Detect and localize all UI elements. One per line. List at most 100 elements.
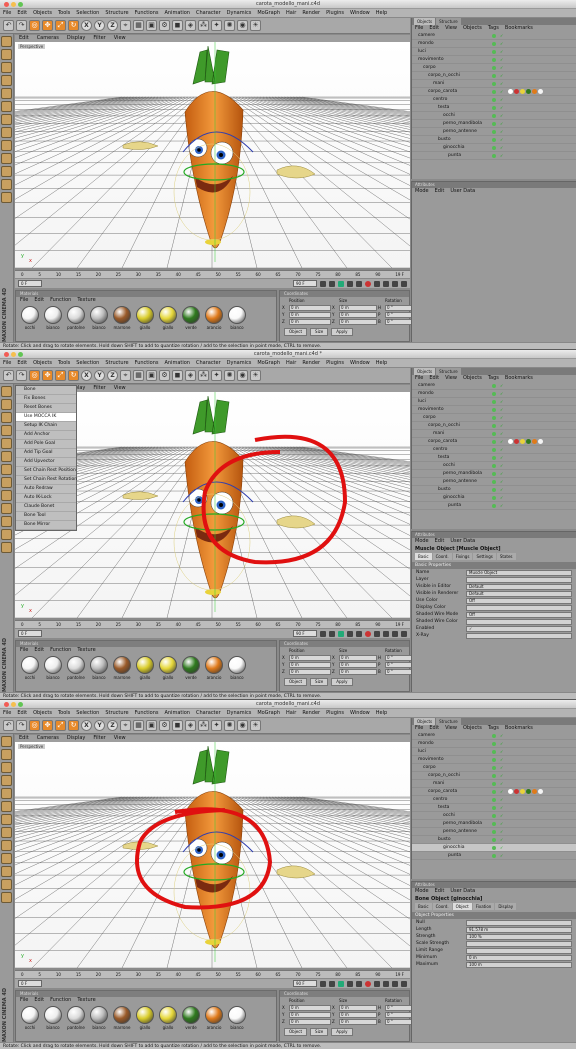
material-ball[interactable] xyxy=(228,656,246,674)
material-tag-icon[interactable] xyxy=(532,439,537,444)
enabled-check-icon[interactable]: ✓ xyxy=(500,798,503,802)
go-end-icon[interactable] xyxy=(356,630,362,637)
visibility-dot-icon[interactable] xyxy=(492,472,496,476)
enabled-check-icon[interactable]: ✓ xyxy=(500,504,503,508)
tool-icon[interactable] xyxy=(1,762,12,773)
material-ball[interactable] xyxy=(159,1006,177,1024)
material-swatch[interactable]: verde xyxy=(181,656,201,680)
material-tag-icon[interactable] xyxy=(532,789,537,794)
tool-icon[interactable] xyxy=(1,775,12,786)
menu-item[interactable]: Tools xyxy=(55,9,73,17)
attributes-tab[interactable]: States xyxy=(496,553,516,560)
visibility-dot-icon[interactable] xyxy=(492,766,496,770)
visibility-dot-icon[interactable] xyxy=(492,488,496,492)
material-swatch[interactable]: giallo xyxy=(135,306,155,330)
menu-item[interactable]: Dynamics xyxy=(224,9,255,17)
object-row[interactable]: testa ✓ xyxy=(412,454,576,462)
object-row[interactable]: mani ✓ xyxy=(412,780,576,788)
object-row[interactable]: occhi ✓ xyxy=(412,462,576,470)
enabled-check-icon[interactable]: ✓ xyxy=(500,82,503,86)
undo-icon[interactable]: ↶ xyxy=(3,720,14,731)
material-swatch[interactable]: occhi xyxy=(20,656,40,680)
objects-menu-item[interactable]: Objects xyxy=(463,25,482,31)
z-axis-icon[interactable]: Z xyxy=(107,370,118,381)
coord-position-field[interactable]: 0 m xyxy=(289,1019,331,1025)
object-row[interactable]: mani ✓ xyxy=(412,430,576,438)
menu-item[interactable]: File xyxy=(0,709,14,717)
character-menu-item[interactable]: Bone xyxy=(16,386,76,395)
material-ball[interactable] xyxy=(44,1006,62,1024)
autokey-icon[interactable] xyxy=(383,630,389,637)
objects-menu-item[interactable]: View xyxy=(445,725,457,731)
tool-icon[interactable] xyxy=(1,425,12,436)
move-key-icon[interactable] xyxy=(392,280,398,287)
object-row[interactable]: mani ✓ xyxy=(412,80,576,88)
material-ball[interactable] xyxy=(113,656,131,674)
y-axis-icon[interactable]: Y xyxy=(94,720,105,731)
visibility-dot-icon[interactable] xyxy=(492,782,496,786)
autokey-icon[interactable] xyxy=(383,980,389,987)
character-menu-item[interactable]: Set Chain Rest Rotation xyxy=(16,476,77,485)
character-menu-item[interactable]: Setup IK Chain xyxy=(16,422,76,431)
material-tag-icon[interactable] xyxy=(520,439,525,444)
character-menu-item[interactable]: Auto Redraw xyxy=(16,485,76,494)
material-tag-icon[interactable] xyxy=(526,89,531,94)
deformer-icon[interactable]: ✦ xyxy=(211,20,222,31)
attributes-tab[interactable]: Coord. xyxy=(432,903,452,910)
coord-size-field[interactable]: 0 m xyxy=(339,1019,377,1025)
material-tag-icon[interactable] xyxy=(514,439,519,444)
material-tag-icon[interactable] xyxy=(508,789,513,794)
menu-item[interactable]: Functions xyxy=(132,359,162,367)
coord-size-field[interactable]: 0 m xyxy=(339,662,377,668)
enabled-check-icon[interactable]: ✓ xyxy=(500,488,503,492)
attribute-value[interactable] xyxy=(466,920,572,926)
viewport-menu-item[interactable]: Display xyxy=(63,35,89,42)
enabled-check-icon[interactable]: ✓ xyxy=(500,50,503,54)
material-ball[interactable] xyxy=(182,1006,200,1024)
record-icon[interactable] xyxy=(365,980,371,987)
materials-menu-item[interactable]: Texture xyxy=(77,997,95,1003)
menu-item[interactable]: Structure xyxy=(102,359,131,367)
viewport-menu-item[interactable]: Edit xyxy=(15,735,33,742)
coord-size-select[interactable]: Size xyxy=(310,328,329,336)
material-ball[interactable] xyxy=(67,656,85,674)
attributes-menu-item[interactable]: Edit xyxy=(435,188,445,194)
render-picture-icon[interactable]: ▣ xyxy=(146,720,157,731)
scale-key-icon[interactable] xyxy=(401,630,407,637)
coord-size-field[interactable]: 0 m xyxy=(339,1012,377,1018)
material-swatch[interactable]: bianco xyxy=(43,1006,63,1030)
object-row[interactable]: ginocchia ✓ xyxy=(412,144,576,152)
render-settings-icon[interactable]: ⚙ xyxy=(159,20,170,31)
visibility-dot-icon[interactable] xyxy=(492,122,496,126)
attribute-value[interactable] xyxy=(466,577,572,583)
scale-icon[interactable]: ⤢ xyxy=(55,370,66,381)
enabled-check-icon[interactable]: ✓ xyxy=(500,122,503,126)
coord-mode-select[interactable]: Object xyxy=(284,1028,308,1036)
array-icon[interactable]: ⁂ xyxy=(198,20,209,31)
viewport-menu-item[interactable]: Display xyxy=(63,735,89,742)
objects-menu-item[interactable]: File xyxy=(415,725,423,731)
attribute-value[interactable]: 100 m xyxy=(466,962,572,968)
apply-button[interactable]: Apply xyxy=(331,328,353,336)
objects-menu-item[interactable]: Bookmarks xyxy=(505,25,533,31)
attributes-tab[interactable]: Settings xyxy=(473,553,496,560)
enabled-check-icon[interactable]: ✓ xyxy=(500,114,503,118)
visibility-dot-icon[interactable] xyxy=(492,66,496,70)
material-swatch[interactable]: giallo xyxy=(158,656,178,680)
tool-icon[interactable] xyxy=(1,399,12,410)
go-start-icon[interactable] xyxy=(320,980,326,987)
objects-menu-item[interactable]: File xyxy=(415,375,423,381)
material-tag-icon[interactable] xyxy=(520,89,525,94)
tool-icon[interactable] xyxy=(1,75,12,86)
keyframe-icon[interactable] xyxy=(374,630,380,637)
attribute-value[interactable]: Off xyxy=(466,612,572,618)
viewport-menu-item[interactable]: View xyxy=(110,385,130,392)
tool-icon[interactable] xyxy=(1,49,12,60)
material-ball[interactable] xyxy=(205,306,223,324)
z-axis-icon[interactable]: Z xyxy=(107,720,118,731)
move-icon[interactable]: ✥ xyxy=(42,720,53,731)
character-menu-item[interactable]: Add Pole Goal xyxy=(16,440,76,449)
visibility-dot-icon[interactable] xyxy=(492,464,496,468)
enabled-check-icon[interactable]: ✓ xyxy=(500,58,503,62)
character-menu-item[interactable]: Auto IK-Lock xyxy=(16,494,76,503)
